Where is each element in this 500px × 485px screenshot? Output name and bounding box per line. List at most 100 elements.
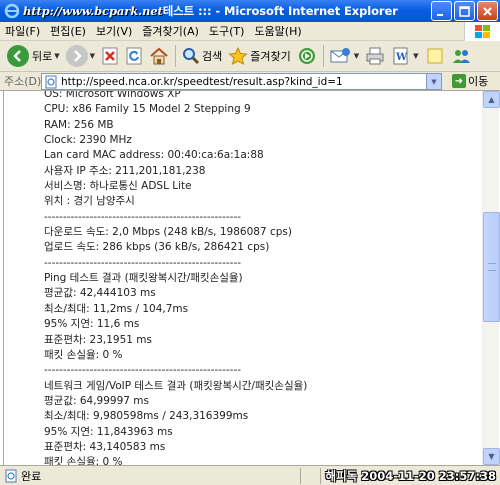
stop-icon (102, 47, 118, 65)
report-line: 표준편차: 43,140583 ms (44, 440, 166, 453)
search-icon (183, 48, 200, 65)
address-dropdown-icon[interactable]: ▼ (426, 74, 441, 89)
report-line: 업로드 속도: 286 kbps (36 kB/s, 286421 cps) (44, 241, 270, 254)
report-line: 네트워크 게임/VoIP 테스트 결과 (패킷왕복시간/패킷손실율) (44, 379, 308, 392)
window-controls (431, 1, 498, 21)
back-arrow-icon (7, 45, 29, 67)
menu-edit[interactable]: 편집(E) (45, 23, 91, 39)
close-icon (483, 6, 492, 16)
address-label: 주소(D) (4, 75, 42, 88)
report-line: 서비스명: 하나로통신 ADSL Lite (44, 180, 192, 193)
messenger-icon (452, 50, 470, 63)
window-title: http://www.bcpark.net테스트 ::: - Microsoft… (23, 3, 398, 19)
menu-help[interactable]: 도움말(H) (249, 23, 306, 39)
menu-view[interactable]: 보기(V) (91, 23, 137, 39)
home-button[interactable] (146, 43, 172, 69)
report-line: CPU: x86 Family 15 Model 2 Stepping 9 (44, 103, 251, 116)
status-overlay-stamp: 해피독 2004-11-20 23:57:38 (325, 469, 496, 483)
report-line: 다운로드 속도: 2,0 Mbps (248 kB/s, 1986087 cps… (44, 226, 292, 239)
report-line: ----------------------------------------… (44, 364, 242, 377)
printer-icon (366, 47, 384, 65)
report-line: 최소/최대: 9,980598ms / 243,316399ms (44, 410, 249, 423)
menu-file[interactable]: 파일(F) (0, 23, 45, 39)
page-icon (45, 75, 57, 88)
report-line: 패킷 손실율: 0 % (44, 456, 123, 465)
go-button[interactable]: ➜ 이동 (452, 73, 488, 89)
address-input[interactable]: http://speed.nca.or.kr/speedtest/result.… (41, 73, 442, 90)
forward-arrow-icon (65, 45, 88, 67)
status-bar: 완료 해피독 2004-11-20 23:57:38 (0, 465, 500, 485)
back-button[interactable]: 뒤로 ▼ (4, 43, 63, 69)
vertical-scrollbar[interactable]: ▲ ▼ (482, 91, 500, 465)
back-label: 뒤로 (32, 50, 53, 63)
report-line: Lan card MAC address: 00:40:ca:6a:1a:88 (44, 149, 264, 162)
toolbar: 뒤로 ▼ ▼ 검색 즐겨찾기 ▼ W ▼ (0, 41, 500, 72)
svg-text:W: W (395, 52, 408, 63)
discuss-button[interactable] (422, 43, 448, 69)
report-line: ----------------------------------------… (44, 256, 242, 269)
report-line: 95% 지연: 11,843963 ms (44, 425, 173, 438)
mail-icon (330, 48, 350, 63)
menu-favorites[interactable]: 즐겨찾기(A) (137, 23, 204, 39)
windows-logo-icon (464, 22, 500, 41)
report-line: Clock: 2390 MHz (44, 134, 132, 147)
word-icon: W (393, 47, 408, 65)
report-line: 위치 : 경기 남양주시 (44, 195, 135, 208)
status-text: 완료 (21, 469, 42, 483)
minimize-icon (437, 13, 443, 16)
favorites-button[interactable]: 즐겨찾기 (225, 43, 293, 69)
mail-dropdown-icon[interactable]: ▼ (354, 52, 359, 60)
stop-button[interactable] (98, 43, 122, 69)
address-url: http://speed.nca.or.kr/speedtest/result.… (61, 75, 343, 88)
report-line: 95% 지연: 11,6 ms (44, 318, 140, 331)
messenger-button[interactable] (448, 43, 476, 69)
speedtest-report: OS: Microsoft Windows XP CPU: x86 Family … (44, 91, 307, 465)
mail-button[interactable]: ▼ (327, 43, 362, 69)
refresh-button[interactable] (122, 43, 146, 69)
scroll-up-button[interactable]: ▲ (483, 91, 500, 108)
back-dropdown-icon[interactable]: ▼ (54, 52, 59, 60)
edit-dropdown-icon[interactable]: ▼ (413, 52, 418, 60)
search-button[interactable]: 검색 (179, 43, 225, 69)
report-line: 사용자 IP 주소: 211,201,181,238 (44, 164, 206, 177)
title-watermark: http://www.bcpark.net (23, 4, 163, 18)
star-icon (228, 47, 248, 65)
refresh-icon (126, 47, 142, 65)
minimize-button[interactable] (431, 1, 452, 21)
home-icon (150, 47, 168, 65)
scroll-down-button[interactable]: ▼ (483, 448, 500, 465)
title-text: 테스트 ::: - Microsoft Internet Explorer (162, 4, 398, 18)
print-button[interactable] (362, 43, 388, 69)
media-icon (298, 48, 315, 64)
scroll-grip-icon (488, 263, 496, 271)
go-arrow-icon: ➜ (452, 74, 466, 88)
report-line: 패킷 손실율: 0 % (44, 348, 123, 361)
forward-dropdown-icon[interactable]: ▼ (90, 52, 95, 60)
media-button[interactable] (294, 43, 320, 69)
report-line: 평균값: 64,99997 ms (44, 394, 149, 407)
report-line: 평균값: 42,444103 ms (44, 287, 156, 300)
report-line: 표준편차: 23,1951 ms (44, 333, 152, 346)
maximize-icon (459, 5, 470, 17)
page-done-icon (5, 469, 17, 482)
page-content: OS: Microsoft Windows XP CPU: x86 Family … (3, 91, 482, 465)
report-line: 최소/최대: 11,2ms / 104,7ms (44, 302, 189, 315)
maximize-button[interactable] (454, 1, 475, 21)
report-line: RAM: 256 MB (44, 118, 114, 131)
go-label: 이동 (468, 75, 489, 88)
report-line: Ping 테스트 결과 (패킷왕복시간/패킷손실율) (44, 272, 243, 285)
favorites-label: 즐겨찾기 (250, 50, 291, 63)
close-button[interactable] (477, 1, 498, 21)
toolbar-separator (322, 45, 324, 67)
search-label: 검색 (202, 50, 223, 63)
status-divider (320, 468, 321, 484)
note-icon (427, 48, 443, 64)
scroll-thumb[interactable] (483, 212, 500, 322)
report-line: ----------------------------------------… (44, 210, 242, 223)
status-divider (300, 468, 301, 484)
report-line: OS: Microsoft Windows XP (44, 91, 181, 100)
forward-button[interactable]: ▼ (63, 43, 98, 69)
toolbar-separator (175, 45, 177, 67)
edit-button[interactable]: W ▼ (388, 43, 421, 69)
menu-tools[interactable]: 도구(T) (204, 23, 250, 39)
